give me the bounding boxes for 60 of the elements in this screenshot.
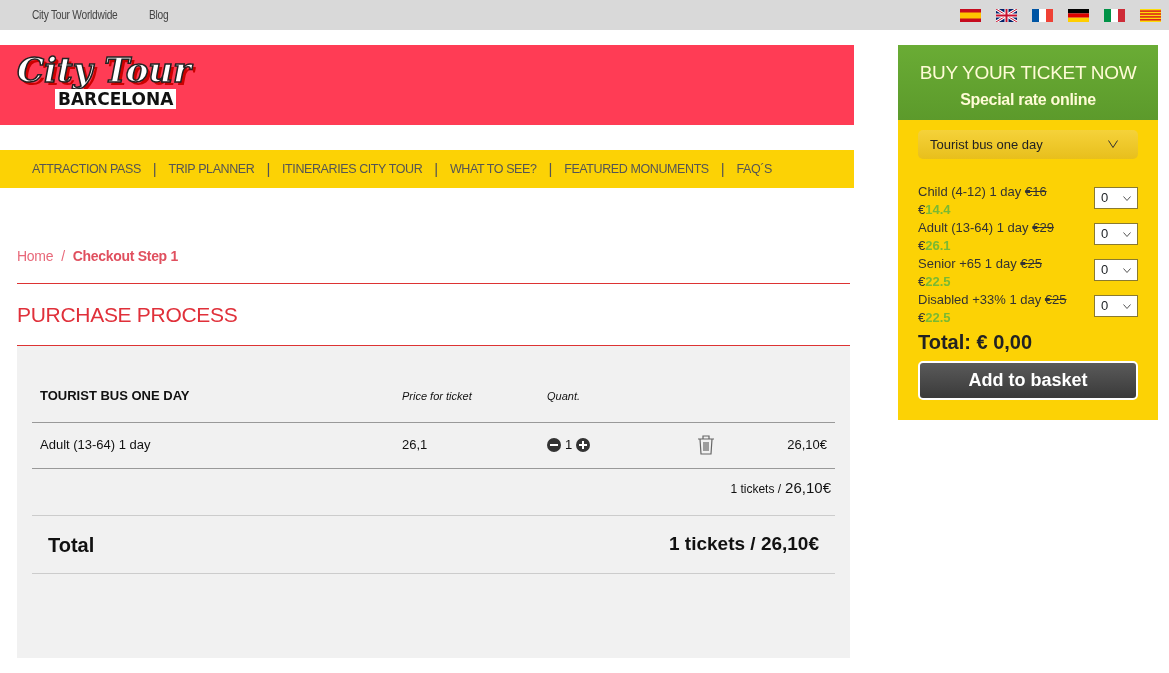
summary-amount: 26,10€ (785, 477, 831, 498)
sale-price: €22.5 (918, 310, 951, 325)
sale-price: €14.4 (918, 202, 951, 217)
breadcrumb-separator: / (61, 247, 65, 266)
basket-total: Total: € 0,00 (918, 330, 1034, 355)
top-link[interactable]: Blog (148, 6, 168, 24)
plus-icon[interactable] (576, 438, 591, 453)
nav-link[interactable]: FAQ´S (736, 159, 772, 179)
flag-icon[interactable] (996, 8, 1017, 22)
menu-separator: | (548, 158, 553, 179)
chevron-down-icon (1108, 140, 1118, 149)
menu-separator: | (152, 158, 157, 179)
nav-link[interactable]: TRIP PLANNER (168, 159, 255, 179)
city-tour-logo[interactable]: City Tour BARCELONA (17, 51, 222, 109)
menu-separator: | (720, 158, 725, 179)
column-header: Quant. (547, 388, 581, 404)
old-price: €25 (1044, 292, 1067, 307)
quantity-select[interactable]: 0 (1094, 295, 1138, 317)
quantity-select[interactable]: 0 (1094, 187, 1138, 209)
menu-separator: | (266, 158, 270, 179)
item-price: 26,1 (402, 436, 429, 455)
quantity-value: 1 (565, 436, 573, 455)
breadcrumb-link[interactable]: Checkout Step 1 (72, 246, 178, 267)
old-price: €25 (1020, 256, 1042, 271)
product-heading: TOURIST BUS ONE DAY (40, 387, 191, 406)
chevron-down-icon (1123, 303, 1131, 309)
top-link[interactable]: City Tour Worldwide (32, 6, 118, 24)
total-label: Total (48, 532, 95, 558)
flag-icon[interactable] (1032, 8, 1053, 22)
quantity-select[interactable]: 0 (1094, 223, 1138, 245)
old-price: €16 (1024, 184, 1047, 199)
total-value: 1 tickets / 26,10€ (669, 532, 819, 557)
promo-title: BUY YOUR TICKET NOW (918, 61, 1138, 85)
quantity-select[interactable]: 0 (1094, 259, 1138, 281)
item-subtotal: 26,10€ (787, 436, 827, 455)
nav-link[interactable]: FEATURED MONUMENTS (564, 159, 709, 179)
nav-link[interactable]: WHAT TO SEE? (449, 159, 537, 179)
column-header: Price for ticket (402, 388, 473, 404)
product-select[interactable]: Tourist bus one day (918, 129, 1138, 159)
chevron-down-icon (1123, 231, 1131, 237)
ticket-type: Child (4-12) 1 day (918, 184, 1022, 199)
sale-price: €22.5 (918, 274, 951, 289)
ticket-type: Disabled +33% 1 day (918, 292, 1042, 307)
item-name: Adult (13-64) 1 day (40, 436, 152, 455)
menu-separator: | (434, 158, 438, 179)
summary-count: 1 tickets / (730, 480, 782, 498)
promo-subtitle: Special rate online (959, 89, 1097, 110)
flag-icon[interactable] (1068, 8, 1089, 22)
chevron-down-icon (1123, 195, 1131, 201)
old-price: €29 (1032, 220, 1054, 235)
page-title: PURCHASE PROCESS (17, 283, 850, 347)
nav-link[interactable]: ITINERARIES CITY TOUR (282, 159, 423, 179)
minus-icon[interactable] (547, 438, 561, 453)
nav-link[interactable]: ATTRACTION PASS (32, 159, 141, 179)
ticket-type: Senior +65 1 day (918, 256, 1017, 271)
trash-icon[interactable] (697, 435, 715, 456)
sale-price: €26.1 (918, 238, 951, 253)
add-to-basket-button[interactable]: Add to basket (918, 361, 1138, 400)
chevron-down-icon (1123, 267, 1131, 273)
ticket-type: Adult (13-64) 1 day (918, 220, 1029, 235)
